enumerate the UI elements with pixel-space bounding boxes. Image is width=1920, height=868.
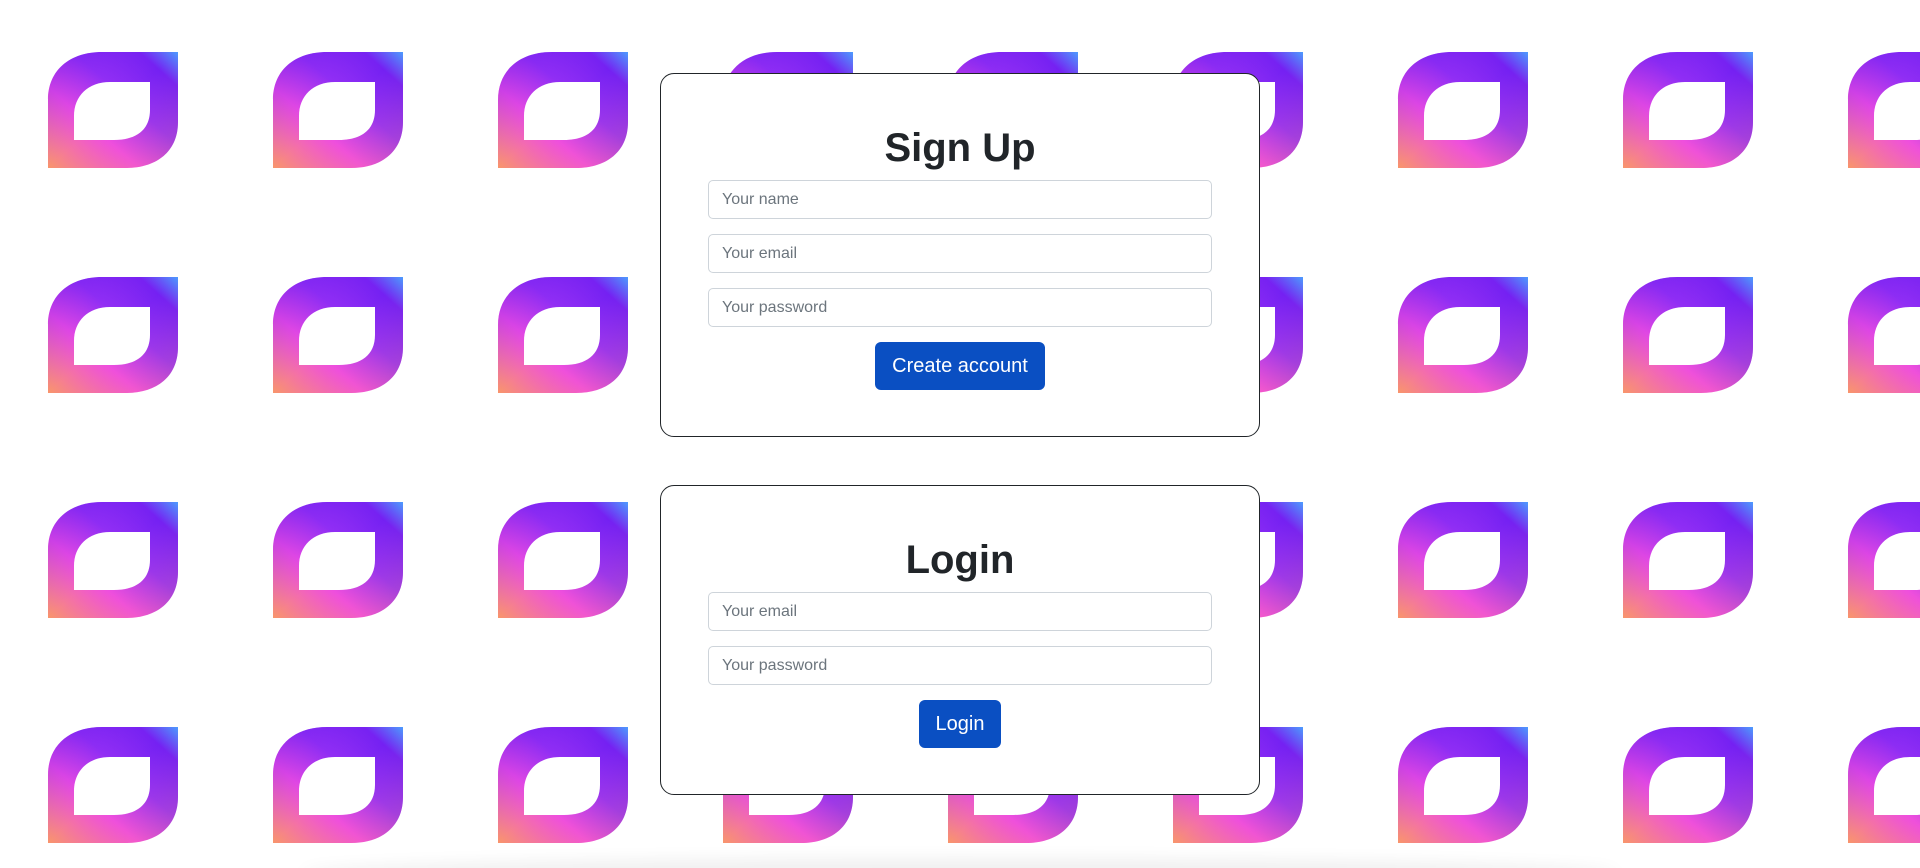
leaf-logo-icon: [1398, 277, 1528, 393]
create-account-button[interactable]: Create account: [875, 342, 1045, 390]
login-button[interactable]: Login: [918, 700, 1002, 748]
leaf-logo-icon: [48, 502, 178, 618]
leaf-logo-icon: [498, 52, 628, 168]
leaf-logo-icon: [1398, 727, 1528, 843]
leaf-logo-icon: [1848, 52, 1920, 168]
leaf-logo-icon: [273, 502, 403, 618]
leaf-logo-icon: [498, 727, 628, 843]
leaf-logo-icon: [48, 52, 178, 168]
signup-password-input[interactable]: [708, 288, 1212, 327]
signup-title: Sign Up: [884, 126, 1036, 170]
leaf-logo-icon: [1398, 52, 1528, 168]
leaf-logo-icon: [498, 502, 628, 618]
login-email-input[interactable]: [708, 592, 1212, 631]
login-card: Login Login: [660, 485, 1260, 795]
signup-card: Sign Up Create account: [660, 73, 1260, 437]
leaf-logo-icon: [1848, 727, 1920, 843]
leaf-logo-icon: [1623, 727, 1753, 843]
leaf-logo-icon: [1398, 502, 1528, 618]
login-password-input[interactable]: [708, 646, 1212, 685]
leaf-logo-icon: [1848, 502, 1920, 618]
leaf-logo-icon: [273, 277, 403, 393]
signup-name-input[interactable]: [708, 180, 1212, 219]
leaf-logo-icon: [48, 727, 178, 843]
leaf-logo-icon: [1848, 277, 1920, 393]
leaf-logo-icon: [1623, 52, 1753, 168]
signup-email-input[interactable]: [708, 234, 1212, 273]
leaf-logo-icon: [1623, 277, 1753, 393]
page: Sign Up Create account Login Login: [0, 0, 1920, 868]
leaf-logo-icon: [1623, 502, 1753, 618]
leaf-logo-icon: [48, 277, 178, 393]
leaf-logo-icon: [273, 52, 403, 168]
login-title: Login: [905, 538, 1015, 582]
leaf-logo-icon: [273, 727, 403, 843]
leaf-logo-icon: [498, 277, 628, 393]
